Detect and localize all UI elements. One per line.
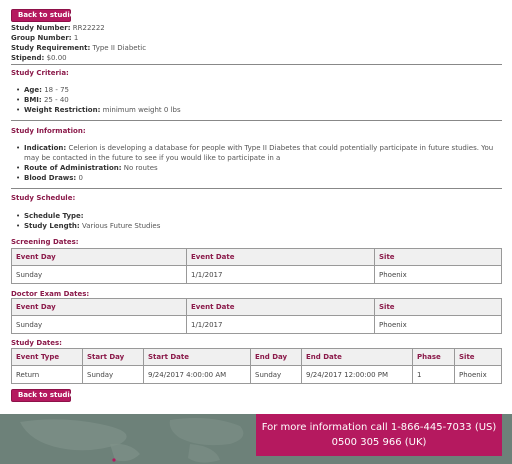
contact-phone-uk: 0500 305 966 (UK)	[331, 437, 427, 448]
doctor-exam-dates-table: Event Day Event Date Site Sunday 1/1/201…	[11, 298, 502, 334]
column-header: Event Day	[11, 298, 187, 316]
information-indication: Indication: Celerion is developing a dat…	[16, 143, 494, 163]
criteria-age: Age: 18 - 75	[16, 85, 70, 95]
stipend-row: Stipend: $0.00	[11, 53, 67, 63]
stipend-value: $0.00	[46, 54, 67, 62]
bmi-label: BMI:	[24, 96, 42, 104]
route-value: No routes	[123, 164, 158, 172]
column-header: Event Date	[186, 248, 375, 266]
table-cell: Phoenix	[374, 315, 502, 334]
table-row: Return Sunday 9/24/2017 4:00:00 AM Sunda…	[11, 365, 502, 384]
age-label: Age:	[24, 86, 42, 94]
group-number-label: Group Number:	[11, 34, 72, 42]
study-number-label: Study Number:	[11, 24, 71, 32]
study-criteria-heading: Study Criteria:	[11, 69, 69, 77]
stipend-label: Stipend:	[11, 54, 45, 62]
blood-draws-value: 0	[78, 174, 83, 182]
column-header: End Day	[250, 348, 302, 366]
weight-restriction-value: minimum weight 0 lbs	[102, 106, 181, 114]
study-number-value: RR22222	[72, 24, 105, 32]
blood-draws-label: Blood Draws:	[24, 174, 77, 182]
study-requirement-label: Study Requirement:	[11, 44, 91, 52]
table-cell: 9/24/2017 4:00:00 AM	[143, 365, 251, 384]
divider	[11, 120, 502, 121]
footer: For more information call 1-866-445-7033…	[0, 414, 512, 464]
screening-dates-heading: Screening Dates:	[11, 238, 79, 246]
table-cell: Sunday	[250, 365, 302, 384]
table-header-row: Event Day Event Date Site	[11, 298, 502, 316]
column-header: End Date	[301, 348, 413, 366]
column-header: Site	[374, 298, 502, 316]
contact-info-box: For more information call 1-866-445-7033…	[256, 414, 502, 456]
indication-value: Celerion is developing a database for pe…	[24, 144, 494, 162]
table-cell: Sunday	[11, 315, 187, 334]
route-label: Route of Administration:	[24, 164, 122, 172]
study-schedule-heading: Study Schedule:	[11, 194, 76, 202]
table-cell: 1	[412, 365, 455, 384]
column-header: Start Date	[143, 348, 251, 366]
table-cell: 1/1/2017	[186, 265, 375, 284]
table-row: Sunday 1/1/2017 Phoenix	[11, 265, 502, 284]
table-header-row: Event Day Event Date Site	[11, 248, 502, 266]
study-length-label: Study Length:	[24, 222, 80, 230]
schedule-type-label: Schedule Type:	[24, 212, 84, 220]
column-header: Phase	[412, 348, 455, 366]
information-route: Route of Administration: No routes	[16, 163, 158, 173]
table-cell: Sunday	[11, 265, 187, 284]
table-cell: Phoenix	[374, 265, 502, 284]
divider	[11, 64, 502, 65]
weight-restriction-label: Weight Restriction:	[24, 106, 101, 114]
table-cell: Return	[11, 365, 83, 384]
study-number-row: Study Number: RR22222	[11, 23, 105, 33]
column-header: Start Day	[82, 348, 144, 366]
study-information-heading: Study Information:	[11, 127, 86, 135]
table-cell: Phoenix	[454, 365, 502, 384]
contact-phone-us: For more information call 1-866-445-7033…	[261, 422, 497, 433]
group-number-row: Group Number: 1	[11, 33, 78, 43]
back-to-studies-button-top[interactable]: Back to studies	[11, 9, 79, 22]
schedule-type: Schedule Type:	[16, 211, 84, 221]
criteria-weight: Weight Restriction: minimum weight 0 lbs	[16, 105, 181, 115]
study-requirement-row: Study Requirement: Type II Diabetic	[11, 43, 146, 53]
study-dates-heading: Study Dates:	[11, 339, 62, 347]
back-to-studies-button-bottom[interactable]: Back to studies	[11, 389, 79, 402]
table-row: Sunday 1/1/2017 Phoenix	[11, 315, 502, 334]
column-header: Site	[374, 248, 502, 266]
column-header: Site	[454, 348, 502, 366]
table-cell: 1/1/2017	[186, 315, 375, 334]
information-blood-draws: Blood Draws: 0	[16, 173, 83, 183]
criteria-bmi: BMI: 25 - 40	[16, 95, 69, 105]
bmi-value: 25 - 40	[43, 96, 69, 104]
indication-label: Indication:	[24, 144, 67, 152]
screening-dates-table: Event Day Event Date Site Sunday 1/1/201…	[11, 248, 502, 284]
study-length-value: Various Future Studies	[81, 222, 161, 230]
age-value: 18 - 75	[44, 86, 70, 94]
study-dates-table: Event Type Start Day Start Date End Day …	[11, 348, 502, 384]
column-header: Event Day	[11, 248, 187, 266]
column-header: Event Type	[11, 348, 83, 366]
study-requirement-value: Type II Diabetic	[92, 44, 147, 52]
schedule-length: Study Length: Various Future Studies	[16, 221, 161, 231]
group-number-value: 1	[73, 34, 79, 42]
table-header-row: Event Type Start Day Start Date End Day …	[11, 348, 502, 366]
table-cell: 9/24/2017 12:00:00 PM	[301, 365, 413, 384]
table-cell: Sunday	[82, 365, 144, 384]
column-header: Event Date	[186, 298, 375, 316]
divider	[11, 188, 502, 189]
